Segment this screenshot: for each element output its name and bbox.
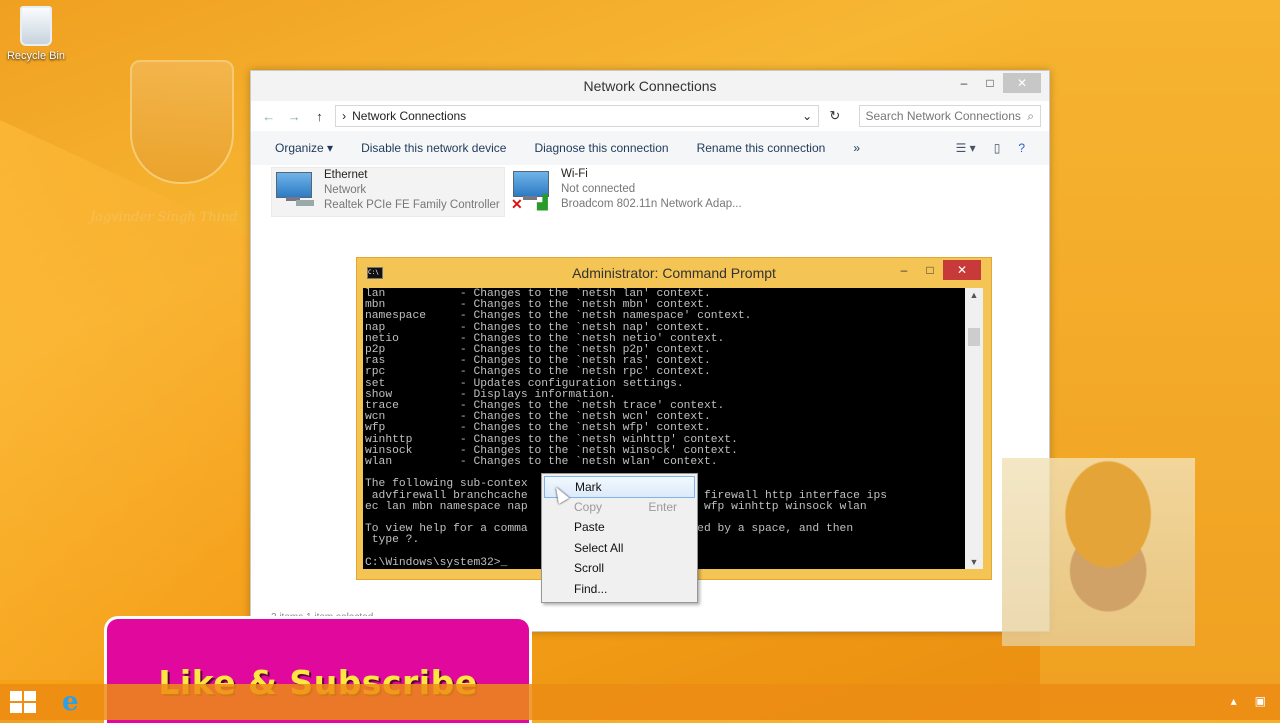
command-bar: Organize ▾ Disable this network device D… [251,131,1049,165]
menu-item-label: Select All [574,541,624,555]
address-box[interactable]: › Network Connections ⌄ [335,105,820,127]
organize-button[interactable]: Organize ▾ [275,141,333,155]
wifi-icon: ✕ ▟ [511,171,551,212]
console-scrollbar[interactable]: ▲ ▼ [965,288,983,569]
chevron-down-icon[interactable]: ⌄ [802,109,812,123]
ie-icon[interactable]: e [62,689,88,715]
search-input[interactable]: Search Network Connections ⌕ [858,105,1042,127]
menu-item-label: Copy [574,500,603,514]
forward-icon[interactable]: → [284,109,303,124]
refresh-icon[interactable]: ↻ [825,108,844,124]
title-bar[interactable]: Network Connections – □ ✕ [251,71,1049,101]
cmd-title-bar[interactable]: C:\ Administrator: Command Prompt – □ ✕ [357,258,991,286]
search-icon: ⌕ [1027,108,1035,123]
network-tray-icon[interactable]: ▣ [1255,694,1266,708]
cmd-close-button[interactable]: ✕ [943,260,981,280]
close-button[interactable]: ✕ [1003,73,1041,93]
help-icon[interactable]: ? [1018,141,1025,155]
item-adapter: Broadcom 802.11n Network Adap... [561,198,742,210]
menu-item-scroll[interactable]: Scroll [544,558,695,578]
start-icon[interactable] [10,691,36,713]
item-name: Wi-Fi [561,168,588,180]
item-adapter: Realtek PCIe FE Family Controller [324,199,500,211]
scroll-thumb[interactable] [968,328,980,346]
scroll-down-icon[interactable]: ▼ [965,557,983,567]
menu-item-label: Mark [575,480,602,494]
connections-list: Ethernet Network Realtek PCIe FE Family … [251,165,1049,217]
back-icon[interactable]: ← [259,109,278,124]
item-status: Not connected [561,183,636,195]
tray-chevron-icon[interactable]: ▴ [1231,694,1237,708]
disable-device-button[interactable]: Disable this network device [361,141,506,155]
presenter-photo [1002,458,1195,646]
ethernet-icon [276,172,314,210]
breadcrumb-separator-icon: › [342,109,347,123]
minimize-button[interactable]: – [951,73,977,93]
breadcrumb[interactable]: Network Connections [352,109,466,123]
item-status: Network [324,184,367,196]
preview-pane-icon[interactable]: ▯ [994,141,1001,155]
recycle-bin-icon [20,6,52,46]
recycle-bin-label: Recycle Bin [6,50,66,62]
up-icon[interactable]: ↑ [310,109,329,124]
menu-item-label: Find... [574,582,608,596]
list-item-wifi[interactable]: ✕ ▟ Wi-Fi Not connected Broadcom 802.11n … [509,167,769,215]
address-bar: ← → ↑ › Network Connections ⌄ ↻ Search N… [251,101,1049,131]
taskbar: e ▴ ▣ [0,684,1280,720]
recycle-bin[interactable]: Recycle Bin [6,6,66,62]
system-tray: ▴ ▣ [1231,694,1266,708]
menu-item-find[interactable]: Find... [544,579,695,599]
scroll-up-icon[interactable]: ▲ [965,290,983,300]
cmd-minimize-button[interactable]: – [891,260,917,280]
menu-item-label: Paste [574,520,605,534]
search-placeholder: Search Network Connections [865,109,1021,123]
maximize-button[interactable]: □ [977,73,1003,93]
cmd-maximize-button[interactable]: □ [917,260,943,280]
menu-item-accelerator: Enter [648,500,677,514]
menu-item-label: Scroll [574,561,605,575]
list-item-ethernet[interactable]: Ethernet Network Realtek PCIe FE Family … [271,167,505,217]
diagnose-button[interactable]: Diagnose this connection [534,141,668,155]
shield-logo-icon [130,60,234,184]
view-options-icon[interactable]: ☰ ▾ [956,141,976,155]
rename-button[interactable]: Rename this connection [697,141,826,155]
item-name: Ethernet [324,169,368,181]
window-title: Network Connections [583,78,717,94]
menu-item-paste[interactable]: Paste [544,517,695,537]
more-commands-button[interactable]: » [853,141,860,155]
menu-item-select-all[interactable]: Select All [544,538,695,558]
menu-item-copy[interactable]: Copy Enter [544,497,695,517]
